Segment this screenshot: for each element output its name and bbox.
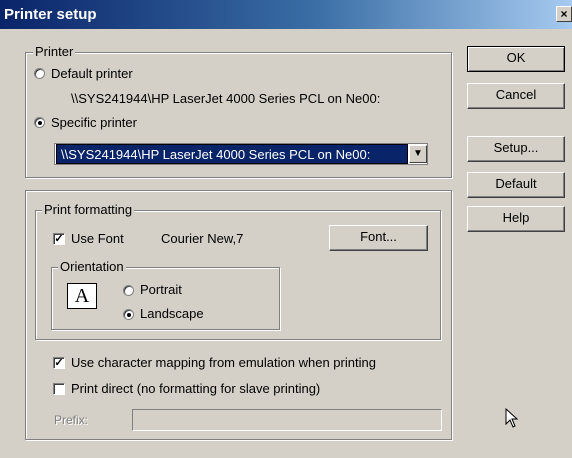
- portrait-label[interactable]: Portrait: [140, 282, 182, 297]
- font-button[interactable]: Font...: [329, 225, 428, 251]
- portrait-radio[interactable]: [123, 285, 134, 296]
- landscape-radio[interactable]: [123, 309, 134, 320]
- char-mapping-label[interactable]: Use character mapping from emulation whe…: [71, 355, 376, 370]
- print-formatting-legend: Print formatting: [42, 202, 135, 217]
- char-mapping-checkbox[interactable]: ✓: [53, 357, 65, 369]
- setup-button[interactable]: Setup...: [467, 136, 565, 162]
- window-title: Printer setup: [4, 6, 97, 23]
- default-printer-label[interactable]: Default printer: [51, 66, 133, 81]
- landscape-label[interactable]: Landscape: [140, 306, 204, 321]
- chevron-down-icon: ▼: [413, 148, 423, 159]
- default-printer-path: \\SYS241944\HP LaserJet 4000 Series PCL …: [71, 91, 381, 106]
- cancel-button[interactable]: Cancel: [467, 83, 565, 109]
- orientation-letter-icon: A: [67, 283, 97, 309]
- default-button[interactable]: Default: [467, 172, 565, 198]
- printer-select-arrow[interactable]: ▼: [409, 145, 427, 163]
- prefix-input[interactable]: [132, 409, 442, 431]
- print-direct-label[interactable]: Print direct (no formatting for slave pr…: [71, 381, 320, 396]
- printer-select-value: \\SYS241944\HP LaserJet 4000 Series PCL …: [56, 144, 408, 164]
- mouse-cursor-icon: [505, 408, 519, 428]
- prefix-label: Prefix:: [54, 413, 89, 427]
- print-direct-checkbox[interactable]: [53, 383, 65, 395]
- help-button[interactable]: Help: [467, 206, 565, 232]
- font-value: Courier New,7: [161, 231, 244, 246]
- title-bar: Printer setup ×: [0, 0, 572, 29]
- specific-printer-radio[interactable]: [34, 117, 45, 128]
- default-printer-radio[interactable]: [34, 68, 45, 79]
- printer-group-legend: Printer: [33, 44, 76, 59]
- use-font-checkbox[interactable]: ✓: [53, 233, 65, 245]
- orientation-legend: Orientation: [58, 259, 126, 274]
- close-button[interactable]: ×: [556, 6, 572, 22]
- use-font-label[interactable]: Use Font: [71, 231, 124, 246]
- specific-printer-label[interactable]: Specific printer: [51, 115, 137, 130]
- printer-select[interactable]: \\SYS241944\HP LaserJet 4000 Series PCL …: [54, 143, 428, 165]
- ok-button[interactable]: OK: [467, 46, 565, 72]
- close-icon: ×: [560, 7, 568, 21]
